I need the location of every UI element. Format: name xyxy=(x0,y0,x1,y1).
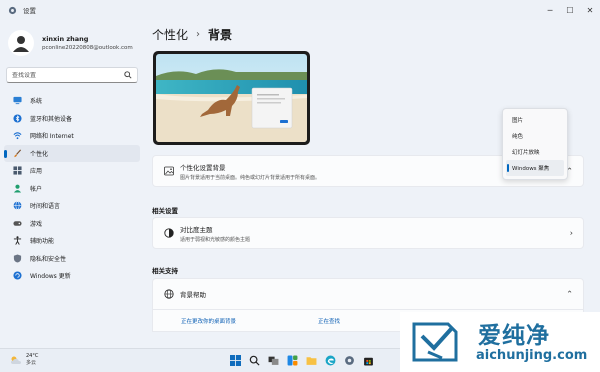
search-input[interactable] xyxy=(12,71,124,79)
contrast-themes-card[interactable]: 对比度主题 适用于弱视和光敏感的颜色主题 › xyxy=(152,217,584,249)
globe-icon xyxy=(13,201,22,210)
dropdown-option-solid-color[interactable]: 纯色 xyxy=(506,128,564,144)
task-view-icon[interactable] xyxy=(266,353,280,367)
weather-widget[interactable]: 24°C 多云 xyxy=(10,353,38,367)
sidebar-item-gaming[interactable]: 游戏 xyxy=(4,215,140,233)
store-icon[interactable] xyxy=(361,353,375,367)
settings-icon[interactable] xyxy=(342,353,356,367)
accessibility-icon xyxy=(13,236,22,246)
apps-icon xyxy=(13,166,22,175)
background-help-card[interactable]: 背景帮助 ⌃ xyxy=(152,278,584,310)
sidebar-item-label: 蓝牙和其他设备 xyxy=(30,115,73,123)
account-icon xyxy=(13,184,22,193)
user-email: pconline20220808@outlook.com xyxy=(42,45,133,51)
sidebar-item-label: 辅助功能 xyxy=(30,238,55,246)
dropdown-option-windows-spotlight[interactable]: Windows 聚焦 xyxy=(506,160,564,176)
personalize-background-title: 个性化设置背景 xyxy=(180,163,226,172)
sidebar-nav: 系统 蓝牙和其他设备 网络和 Internet 个性化 应用 帐户 时间和语言 xyxy=(4,92,140,285)
weather-temperature: 24°C xyxy=(26,353,39,359)
watermark: 爱纯净 aichunjing.com xyxy=(400,312,600,372)
sidebar-item-bluetooth[interactable]: 蓝牙和其他设备 xyxy=(4,110,140,128)
edge-icon[interactable] xyxy=(323,353,337,367)
settings-app-icon xyxy=(8,6,17,14)
sidebar-item-accounts[interactable]: 帐户 xyxy=(4,180,140,198)
system-icon xyxy=(13,96,22,105)
contrast-icon xyxy=(163,228,174,239)
user-profile[interactable]: xinxin zhang pconline20220808@outlook.co… xyxy=(8,30,133,56)
minimize-icon[interactable]: ─ xyxy=(540,0,560,20)
dropdown-option-picture[interactable]: 图片 xyxy=(506,112,564,128)
window-title: 设置 xyxy=(23,7,36,15)
sidebar: xinxin zhang pconline20220808@outlook.co… xyxy=(0,20,146,348)
search-icon[interactable] xyxy=(247,353,261,367)
sidebar-item-system[interactable]: 系统 xyxy=(4,92,140,110)
sidebar-item-label: 应用 xyxy=(30,168,43,176)
desktop-preview xyxy=(153,51,310,145)
shield-icon xyxy=(13,254,22,263)
file-explorer-icon[interactable] xyxy=(304,353,318,367)
sidebar-item-label: 网络和 Internet xyxy=(30,133,74,141)
user-name: xinxin zhang xyxy=(42,35,89,43)
background-help-title: 背景帮助 xyxy=(180,291,206,299)
gamepad-icon xyxy=(13,219,22,228)
sidebar-item-label: 帐户 xyxy=(30,185,43,193)
search-icon[interactable] xyxy=(124,71,132,79)
sidebar-item-label: 游戏 xyxy=(30,220,43,228)
maximize-icon[interactable]: ☐ xyxy=(560,0,580,20)
update-icon xyxy=(13,271,22,280)
weather-condition: 多云 xyxy=(26,360,37,366)
windows-start-icon[interactable] xyxy=(228,353,242,367)
sidebar-item-apps[interactable]: 应用 xyxy=(4,162,140,180)
related-settings-heading: 相关设置 xyxy=(152,207,178,215)
sidebar-item-time-language[interactable]: 时间和语言 xyxy=(4,197,140,215)
search-box xyxy=(6,67,138,83)
related-support-heading: 相关支持 xyxy=(152,267,178,275)
close-icon[interactable]: ✕ xyxy=(580,0,600,20)
breadcrumb-parent[interactable]: 个性化 xyxy=(152,26,188,43)
title-bar: 设置 ─ ☐ ✕ xyxy=(0,0,600,20)
dropdown-option-slideshow[interactable]: 幻灯片放映 xyxy=(506,144,564,160)
personalize-background-description: 图片背景适用于当前桌面。纯色或幻灯片背景适用于所有桌面。 xyxy=(180,174,321,181)
person-icon xyxy=(13,36,29,52)
sidebar-item-label: 隐私和安全性 xyxy=(30,255,67,263)
avatar xyxy=(8,30,34,56)
main-content: 个性化 › 背景 个性化设置背景 图片背景适用于当前桌面。纯色或幻灯片背景适用于… xyxy=(152,20,592,348)
watermark-text-en: aichunjing.com xyxy=(476,348,588,363)
sidebar-item-label: 个性化 xyxy=(30,150,49,158)
brush-icon xyxy=(13,149,22,158)
background-type-dropdown[interactable]: 图片 纯色 幻灯片放映 Windows 聚焦 xyxy=(502,108,568,180)
widgets-icon[interactable] xyxy=(285,353,299,367)
cloudy-weather-icon xyxy=(11,356,21,364)
kangaroo-beach-wallpaper xyxy=(156,54,307,142)
watermark-text-cn: 爱纯净 xyxy=(478,323,550,349)
breadcrumb-separator: › xyxy=(196,29,201,40)
link-finding[interactable]: 正在查找 xyxy=(318,317,340,325)
breadcrumb: 个性化 › 背景 xyxy=(152,26,232,43)
chevron-up-icon[interactable]: ⌃ xyxy=(566,290,573,299)
contrast-themes-description: 适用于弱视和光敏感的颜色主题 xyxy=(180,236,251,243)
sidebar-item-personalization[interactable]: 个性化 xyxy=(4,144,140,162)
sidebar-item-windows-update[interactable]: Windows 更新 xyxy=(4,267,140,285)
contrast-themes-title: 对比度主题 xyxy=(180,225,213,234)
bluetooth-icon xyxy=(13,114,22,123)
sidebar-item-label: 系统 xyxy=(30,98,43,106)
wifi-icon xyxy=(13,131,22,140)
sidebar-item-privacy[interactable]: 隐私和安全性 xyxy=(4,250,140,268)
sidebar-item-label: 时间和语言 xyxy=(30,203,61,211)
watermark-logo xyxy=(412,322,458,362)
sidebar-item-accessibility[interactable]: 辅助功能 xyxy=(4,232,140,250)
globe-help-icon xyxy=(163,289,174,300)
sidebar-item-network[interactable]: 网络和 Internet xyxy=(4,127,140,145)
sidebar-item-label: Windows 更新 xyxy=(30,273,71,281)
link-change-desktop-background[interactable]: 正在更改你的桌面背景 xyxy=(181,317,236,325)
picture-icon xyxy=(163,166,174,177)
chevron-right-icon[interactable]: › xyxy=(570,229,573,238)
page-title: 背景 xyxy=(208,28,233,42)
